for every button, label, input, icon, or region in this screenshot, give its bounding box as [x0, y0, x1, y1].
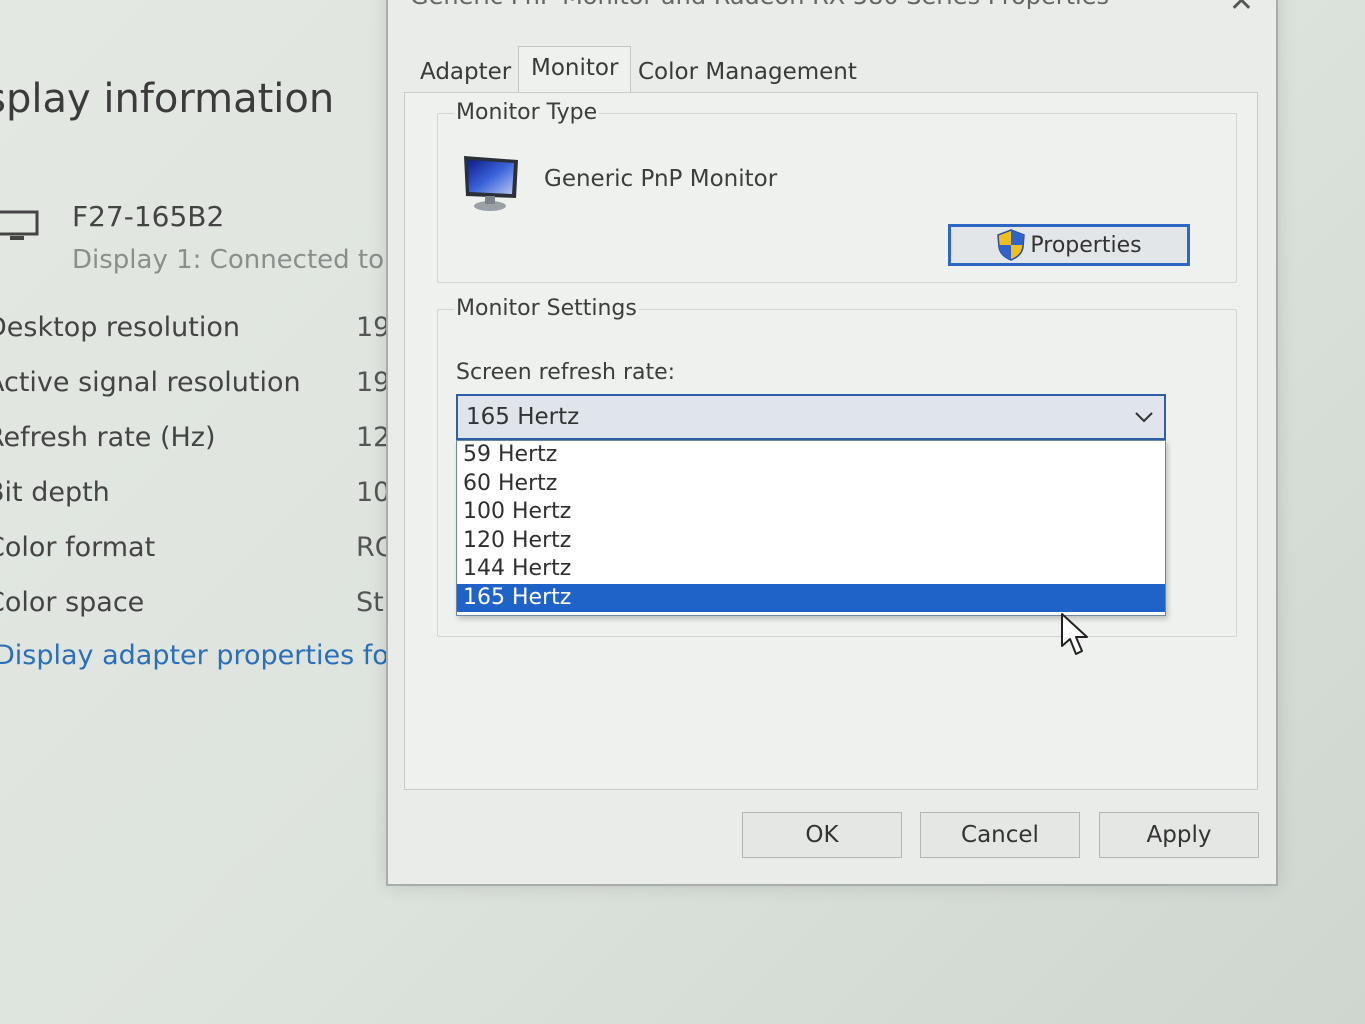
properties-button[interactable]: Properties: [948, 224, 1190, 266]
info-row-color-format: Color format RG: [0, 532, 390, 572]
info-row-desktop-resolution: Desktop resolution 19: [0, 312, 390, 352]
info-row-active-signal-resolution: Active signal resolution 19: [0, 367, 390, 407]
tab-adapter[interactable]: Adapter: [408, 52, 523, 92]
refresh-option-120[interactable]: 120 Hertz: [457, 527, 1165, 556]
info-label: Color format: [0, 532, 156, 563]
monitor-icon: [0, 210, 39, 240]
refresh-option-144[interactable]: 144 Hertz: [457, 555, 1165, 584]
info-row-bit-depth: Bit depth 10: [0, 477, 390, 517]
display-adapter-properties-link[interactable]: Display adapter properties for: [0, 640, 390, 671]
info-value: 12: [356, 422, 390, 453]
info-label: Active signal resolution: [0, 367, 301, 398]
close-icon[interactable]: ✕: [1229, 0, 1254, 19]
monitor-properties-dialog: Generic PnP Monitor and Radeon RX 580 Se…: [386, 0, 1278, 886]
monitor-subtitle: Display 1: Connected to R: [72, 245, 390, 275]
apply-button[interactable]: Apply: [1099, 812, 1259, 858]
ok-button[interactable]: OK: [742, 812, 902, 858]
mouse-cursor-icon: [1061, 613, 1088, 655]
info-row-color-space: Color space St: [0, 587, 390, 627]
group-label: Monitor Type: [454, 100, 600, 125]
refresh-rate-dropdown-list: 59 Hertz 60 Hertz 100 Hertz 120 Hertz 14…: [456, 440, 1166, 616]
tab-color-management[interactable]: Color Management: [626, 52, 869, 92]
refresh-rate-label: Screen refresh rate:: [456, 360, 676, 385]
refresh-option-60[interactable]: 60 Hertz: [457, 470, 1165, 499]
info-label: Desktop resolution: [0, 312, 240, 343]
monitor-type-name: Generic PnP Monitor: [544, 166, 778, 192]
info-value: St: [356, 587, 384, 618]
chevron-down-icon: [1135, 412, 1153, 423]
monitor-icon: [464, 156, 518, 211]
monitor-name: F27-165B2: [72, 200, 225, 233]
info-label: Bit depth: [0, 477, 110, 508]
monitor-type-group: Monitor Type Generic PnP Monitor Propert…: [437, 100, 1237, 283]
info-value: 10: [356, 477, 390, 508]
info-value: 19: [356, 367, 390, 398]
shield-icon: [997, 229, 1026, 261]
tab-monitor[interactable]: Monitor: [518, 46, 632, 93]
monitor-settings-group: Monitor Settings Screen refresh rate: 16…: [437, 296, 1237, 637]
refresh-option-59[interactable]: 59 Hertz: [457, 441, 1165, 470]
refresh-rate-select[interactable]: 165 Hertz: [456, 394, 1166, 440]
info-row-refresh-rate: Refresh rate (Hz) 12: [0, 422, 390, 462]
selected-refresh-rate: 165 Hertz: [466, 404, 580, 430]
refresh-option-100[interactable]: 100 Hertz: [457, 498, 1165, 527]
dialog-title: Generic PnP Monitor and Radeon RX 580 Se…: [410, 0, 1109, 10]
refresh-option-165[interactable]: 165 Hertz: [457, 583, 1165, 612]
info-label: Color space: [0, 587, 145, 618]
info-value: 19: [356, 312, 390, 343]
page-title: isplay information: [0, 76, 335, 122]
properties-button-label: Properties: [1030, 232, 1142, 258]
cancel-button[interactable]: Cancel: [920, 812, 1080, 858]
display-info-page: isplay information F27-165B2 Display 1: …: [0, 0, 390, 1024]
info-value: RG: [356, 532, 390, 563]
monitor-tab-panel: Monitor Type Generic PnP Monitor Propert…: [404, 92, 1258, 790]
info-label: Refresh rate (Hz): [0, 422, 216, 453]
group-label: Monitor Settings: [454, 296, 639, 321]
